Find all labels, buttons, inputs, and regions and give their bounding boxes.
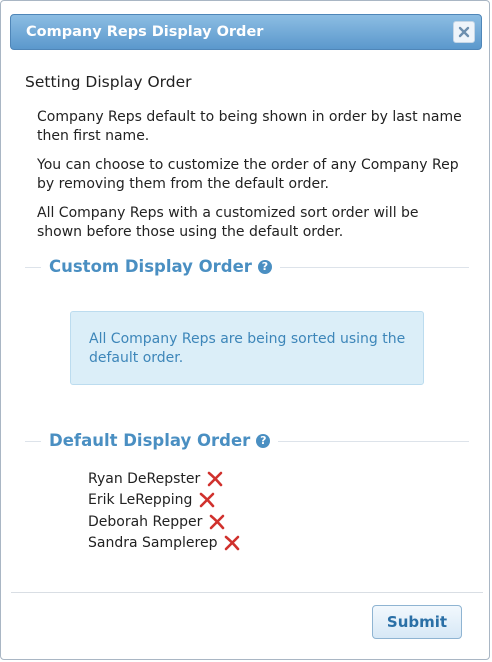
submit-button[interactable]: Submit — [372, 605, 462, 639]
remove-icon[interactable] — [206, 470, 224, 488]
rep-name: Ryan DeRepster — [88, 470, 201, 487]
custom-display-order-section: Custom Display Order ? — [25, 257, 469, 277]
list-item: Ryan DeRepster — [88, 468, 241, 490]
rep-name: Deborah Repper — [88, 513, 203, 530]
list-item: Erik LeRepping — [88, 490, 241, 512]
list-item: Sandra Samplerep — [88, 533, 241, 555]
info-message-text: All Company Reps are being sorted using … — [89, 331, 406, 366]
rep-name: Sandra Samplerep — [88, 535, 218, 552]
close-icon — [458, 26, 470, 38]
description-paragraph: You can choose to customize the order of… — [37, 157, 459, 192]
help-icon[interactable]: ? — [257, 259, 272, 274]
dialog-title: Company Reps Display Order — [26, 24, 264, 40]
section-heading: Setting Display Order — [25, 73, 192, 91]
default-order-list: Ryan DeRepster Erik LeRepping Deborah Re… — [88, 468, 241, 554]
remove-icon[interactable] — [223, 534, 241, 552]
list-item: Deborah Repper — [88, 511, 241, 533]
description-paragraph: All Company Reps with a customized sort … — [37, 205, 419, 240]
section-legend: Default Display Order ? — [41, 431, 279, 450]
remove-icon[interactable] — [198, 491, 216, 509]
help-icon[interactable]: ? — [256, 433, 271, 448]
remove-icon[interactable] — [208, 513, 226, 531]
dialog: Company Reps Display Order Setting Displ… — [0, 0, 490, 660]
close-button[interactable] — [453, 21, 475, 43]
default-display-order-title: Default Display Order — [49, 431, 251, 450]
custom-display-order-title: Custom Display Order — [49, 257, 252, 276]
description-paragraph: Company Reps default to being shown in o… — [37, 109, 462, 144]
rep-name: Erik LeRepping — [88, 492, 193, 509]
info-message: All Company Reps are being sorted using … — [70, 311, 424, 385]
section-legend: Custom Display Order ? — [41, 257, 280, 276]
footer-divider — [11, 592, 483, 593]
default-display-order-section: Default Display Order ? — [25, 431, 469, 451]
dialog-titlebar: Company Reps Display Order — [10, 14, 482, 50]
